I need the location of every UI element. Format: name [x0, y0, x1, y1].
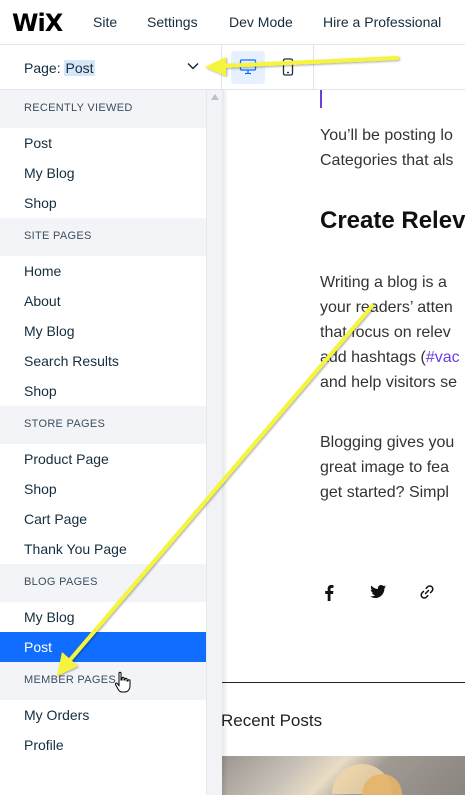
scroll-up-arrow-icon[interactable]	[211, 94, 219, 100]
page-item-post[interactable]: Post	[0, 128, 206, 158]
twitter-icon[interactable]	[369, 584, 387, 605]
paragraph-line: that focus on relev	[320, 324, 451, 341]
page-selector-label: Page: Post	[24, 60, 95, 76]
page-item-product-page[interactable]: Product Page	[0, 444, 206, 474]
menu-dev-mode[interactable]: Dev Mode	[229, 14, 293, 30]
paragraph-line: Blogging gives you	[320, 434, 455, 451]
hashtag-link[interactable]: #vac	[426, 349, 460, 366]
chevron-down-icon[interactable]	[186, 59, 200, 78]
paragraph-line: and help visitors se	[320, 374, 457, 391]
section-header-store-pages: STORE PAGES	[0, 406, 206, 444]
section-header-site-pages: SITE PAGES	[0, 218, 206, 256]
mobile-icon	[282, 58, 294, 76]
canvas-edge-shadow	[222, 90, 228, 795]
section-header-blog-pages: BLOG PAGES	[0, 564, 206, 602]
page-item-cart-page[interactable]: Cart Page	[0, 504, 206, 534]
facebook-icon[interactable]	[323, 584, 335, 607]
link-icon[interactable]	[419, 584, 435, 605]
page-item-shop[interactable]: Shop	[0, 376, 206, 406]
mobile-view-button[interactable]	[271, 51, 305, 84]
desktop-icon	[239, 59, 257, 75]
paragraph-line: You’ll be posting lo	[320, 127, 453, 144]
top-menu-bar: WiX Site Settings Dev Mode Hire a Profes…	[0, 0, 465, 45]
paragraph-line: great image to fea	[320, 459, 449, 476]
page-item-my-blog[interactable]: My Blog	[0, 158, 206, 188]
page-item-my-blog[interactable]: My Blog	[0, 316, 206, 346]
page-item-shop[interactable]: Shop	[0, 188, 206, 218]
menu-hire-a-professional[interactable]: Hire a Professional	[323, 14, 441, 30]
editor-canvas[interactable]: You’ll be posting lo Categories that als…	[222, 90, 465, 795]
page-bar: Page: Post	[0, 45, 465, 90]
paragraph-line: Categories that als	[320, 152, 454, 169]
recent-posts-heading: Recent Posts	[222, 711, 323, 730]
section-header-member-pages: MEMBER PAGES	[0, 662, 206, 700]
page-item-profile[interactable]: Profile	[0, 730, 206, 760]
pages-dropdown-panel: RECENTLY VIEWED Post My Blog Shop SITE P…	[0, 90, 206, 795]
desktop-view-button[interactable]	[231, 51, 265, 84]
content-divider	[222, 682, 465, 683]
paragraph-line: get started? Simpl	[320, 484, 449, 501]
current-page-value: Post	[64, 60, 95, 76]
wix-logo[interactable]: WiX	[12, 9, 63, 37]
page-item-my-blog[interactable]: My Blog	[0, 602, 206, 632]
pagebar-divider	[313, 45, 314, 90]
menu-site[interactable]: Site	[93, 14, 117, 30]
paragraph-line: your readers’ atten	[320, 299, 453, 316]
menu-settings[interactable]: Settings	[147, 14, 198, 30]
blockquote-bar	[320, 90, 322, 108]
page-item-about[interactable]: About	[0, 286, 206, 316]
page-item-thank-you-page[interactable]: Thank You Page	[0, 534, 206, 564]
page-item-home[interactable]: Home	[0, 256, 206, 286]
page-item-search-results[interactable]: Search Results	[0, 346, 206, 376]
page-selector-dropdown[interactable]: Page: Post	[0, 45, 222, 90]
page-item-my-orders[interactable]: My Orders	[0, 700, 206, 730]
page-item-shop[interactable]: Shop	[0, 474, 206, 504]
section-header-recently-viewed: RECENTLY VIEWED	[0, 90, 206, 128]
page-item-post-selected[interactable]: Post	[0, 632, 206, 662]
sidebar-scrollbar[interactable]	[206, 90, 222, 795]
section-heading: Create Relev	[320, 207, 465, 234]
paragraph-line: add hashtags (#vac	[320, 349, 460, 366]
paragraph-line: Writing a blog is a	[320, 274, 447, 291]
recent-post-image[interactable]	[222, 756, 465, 795]
